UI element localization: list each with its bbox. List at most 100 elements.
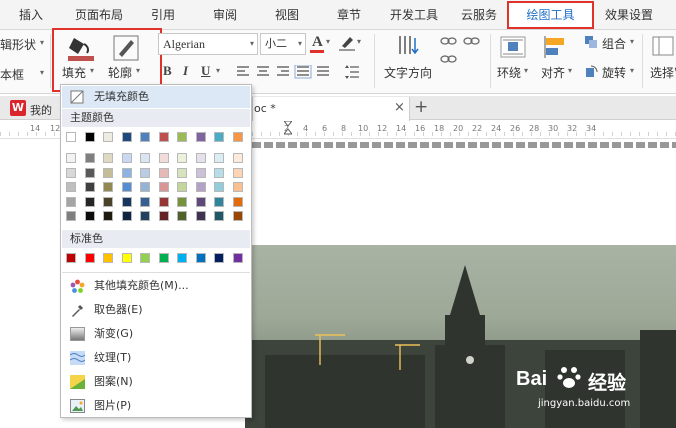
highlighter-icon[interactable] <box>338 34 356 52</box>
italic-button[interactable]: I <box>183 63 188 79</box>
other-fill-colors-item[interactable]: 其他填充颜色(M)... <box>62 275 250 297</box>
theme-shade-swatch[interactable] <box>66 211 76 221</box>
theme-shade-swatch[interactable] <box>158 153 169 163</box>
indent-marker-icon[interactable] <box>282 120 294 135</box>
standard-color-swatch[interactable] <box>66 253 76 263</box>
theme-color-swatch[interactable] <box>84 132 95 142</box>
theme-shade-swatch[interactable] <box>121 182 132 192</box>
theme-shade-swatch[interactable] <box>103 153 113 163</box>
theme-shade-swatch[interactable] <box>103 211 113 221</box>
theme-shade-swatch[interactable] <box>103 196 113 207</box>
theme-shade-swatch[interactable] <box>140 196 150 207</box>
theme-shade-swatch[interactable] <box>121 167 132 178</box>
theme-shade-swatch[interactable] <box>103 182 113 192</box>
theme-shade-swatch[interactable] <box>66 153 76 163</box>
theme-shade-swatch[interactable] <box>121 153 132 163</box>
close-tab-icon[interactable]: × <box>394 100 405 115</box>
theme-shade-swatch[interactable] <box>214 153 224 163</box>
theme-color-swatch[interactable] <box>177 132 187 142</box>
rotate-button[interactable]: 旋转 <box>602 64 626 81</box>
theme-shade-swatch[interactable] <box>195 211 206 221</box>
theme-shade-swatch[interactable] <box>214 196 224 207</box>
theme-shade-swatch[interactable] <box>84 153 95 163</box>
theme-shade-swatch[interactable] <box>66 182 76 192</box>
tab-drawing-tools[interactable]: 绘图工具 <box>507 1 594 29</box>
theme-color-swatch[interactable] <box>195 132 206 142</box>
theme-shade-swatch[interactable] <box>232 211 243 221</box>
theme-shade-swatch[interactable] <box>140 182 150 192</box>
font-color-button[interactable]: A <box>312 34 323 51</box>
theme-shade-swatch[interactable] <box>140 153 150 163</box>
theme-shade-swatch[interactable] <box>177 196 187 207</box>
theme-shade-swatch[interactable] <box>140 211 150 221</box>
theme-shade-swatch[interactable] <box>232 167 243 178</box>
theme-shade-swatch[interactable] <box>214 182 224 192</box>
group-icon[interactable] <box>584 35 598 49</box>
selection-pane-button[interactable]: 选择窗 <box>650 64 676 81</box>
theme-shade-swatch[interactable] <box>214 211 224 221</box>
theme-shade-swatch[interactable] <box>195 167 206 178</box>
standard-color-swatch[interactable] <box>214 253 224 263</box>
tab-developer[interactable]: 开发工具 <box>384 0 444 30</box>
theme-color-swatch[interactable] <box>103 132 113 142</box>
tab-view[interactable]: 视图 <box>264 0 310 30</box>
tab-effects[interactable]: 效果设置 <box>596 0 662 30</box>
theme-shade-swatch[interactable] <box>84 182 95 192</box>
wrap-text-icon[interactable] <box>500 36 526 58</box>
theme-shade-swatch[interactable] <box>214 167 224 178</box>
edit-shape-button[interactable]: 辑形状 <box>0 36 36 53</box>
align-button[interactable]: 对齐 <box>541 64 565 81</box>
theme-shade-swatch[interactable] <box>177 167 187 178</box>
theme-shade-swatch[interactable] <box>158 167 169 178</box>
tab-review[interactable]: 审阅 <box>202 0 248 30</box>
no-fill-item[interactable]: 无填充颜色 <box>62 86 250 108</box>
theme-shade-swatch[interactable] <box>195 153 206 163</box>
group-button[interactable]: 组合 <box>602 35 626 52</box>
standard-color-swatch[interactable] <box>84 253 95 263</box>
theme-shade-swatch[interactable] <box>140 167 150 178</box>
theme-shade-swatch[interactable] <box>66 196 76 207</box>
theme-shade-swatch[interactable] <box>84 196 95 207</box>
tab-chapter[interactable]: 章节 <box>326 0 372 30</box>
theme-color-swatch[interactable] <box>140 132 150 142</box>
theme-shade-swatch[interactable] <box>158 196 169 207</box>
theme-shade-swatch[interactable] <box>103 167 113 178</box>
gradient-item[interactable]: 渐变(G) <box>62 323 250 345</box>
theme-shade-swatch[interactable] <box>84 211 95 221</box>
align-objects-icon[interactable] <box>544 36 570 58</box>
standard-color-swatch[interactable] <box>177 253 187 263</box>
theme-shade-swatch[interactable] <box>158 182 169 192</box>
theme-shade-swatch[interactable] <box>195 196 206 207</box>
theme-color-swatch[interactable] <box>158 132 169 142</box>
picture-item[interactable]: 图片(P) <box>62 395 250 417</box>
wrap-button[interactable]: 环绕 <box>497 64 521 81</box>
theme-shade-swatch[interactable] <box>66 167 76 178</box>
tab-page-layout[interactable]: 页面布局 <box>64 0 134 30</box>
wps-home-tab[interactable]: 我的 <box>30 102 52 118</box>
tab-cloud[interactable]: 云服务 <box>452 0 506 30</box>
theme-color-swatch[interactable] <box>232 132 243 142</box>
standard-color-swatch[interactable] <box>158 253 169 263</box>
new-tab-icon[interactable]: + <box>414 97 428 117</box>
theme-color-swatch[interactable] <box>66 132 76 142</box>
theme-shade-swatch[interactable] <box>84 167 95 178</box>
link-icons[interactable] <box>440 35 488 81</box>
text-direction-icon[interactable] <box>396 34 420 58</box>
bold-button[interactable]: B <box>163 63 172 79</box>
eyedropper-item[interactable]: 取色器(E) <box>62 299 250 321</box>
standard-color-swatch[interactable] <box>103 253 113 263</box>
textbox-button[interactable]: 本框 <box>0 66 24 83</box>
tab-references[interactable]: 引用 <box>140 0 186 30</box>
theme-shade-swatch[interactable] <box>177 182 187 192</box>
theme-shade-swatch[interactable] <box>232 153 243 163</box>
theme-shade-swatch[interactable] <box>158 211 169 221</box>
standard-color-swatch[interactable] <box>121 253 132 263</box>
theme-shade-swatch[interactable] <box>121 211 132 221</box>
texture-item[interactable]: 纹理(T) <box>62 347 250 369</box>
tab-insert[interactable]: 插入 <box>8 0 54 30</box>
theme-shade-swatch[interactable] <box>232 196 243 207</box>
theme-shade-swatch[interactable] <box>177 153 187 163</box>
standard-color-swatch[interactable] <box>195 253 206 263</box>
font-size-select[interactable]: 小二 ▾ <box>260 33 306 55</box>
paragraph-align-icons[interactable] <box>236 64 332 79</box>
